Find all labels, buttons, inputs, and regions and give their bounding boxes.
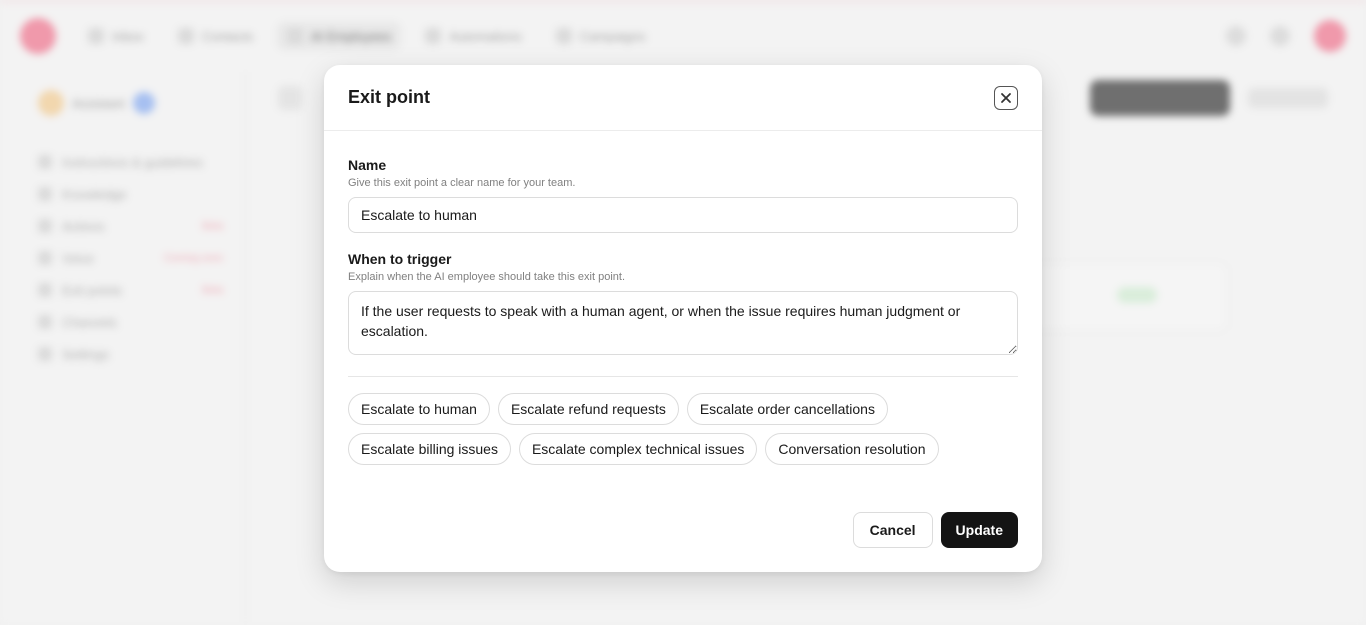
suggestion-chips: Escalate to human Escalate refund reques… (348, 393, 1028, 465)
close-button[interactable] (994, 85, 1018, 110)
suggestion-chip[interactable]: Escalate to human (348, 393, 490, 425)
trigger-field-group: When to trigger Explain when the AI empl… (348, 251, 1018, 360)
trigger-textarea[interactable]: If the user requests to speak with a hum… (348, 291, 1018, 355)
update-button[interactable]: Update (940, 512, 1018, 548)
cancel-button[interactable]: Cancel (852, 512, 933, 548)
name-help-text: Give this exit point a clear name for yo… (348, 177, 576, 189)
suggestion-chip[interactable]: Escalate billing issues (348, 433, 511, 465)
name-field-group: Name Give this exit point a clear name f… (348, 157, 1018, 233)
dialog-title: Exit point (348, 87, 430, 107)
name-label: Name (348, 157, 387, 173)
suggestion-chip[interactable]: Escalate order cancellations (686, 393, 888, 425)
name-input[interactable] (348, 197, 1018, 233)
dialog-body: Name Give this exit point a clear name f… (324, 131, 1042, 465)
dialog-header: Exit point (324, 65, 1042, 131)
dialog-footer: Cancel Update (852, 512, 1018, 548)
close-icon (1001, 92, 1011, 103)
suggestion-chip[interactable]: Escalate complex technical issues (518, 433, 758, 465)
suggestion-chip[interactable]: Escalate refund requests (497, 393, 679, 425)
trigger-help-text: Explain when the AI employee should take… (348, 271, 626, 283)
trigger-label: When to trigger (348, 251, 452, 267)
suggestion-chip[interactable]: Conversation resolution (765, 433, 939, 465)
divider (348, 376, 1018, 377)
exit-point-dialog: Exit point Name Give this exit point a c… (324, 65, 1042, 572)
